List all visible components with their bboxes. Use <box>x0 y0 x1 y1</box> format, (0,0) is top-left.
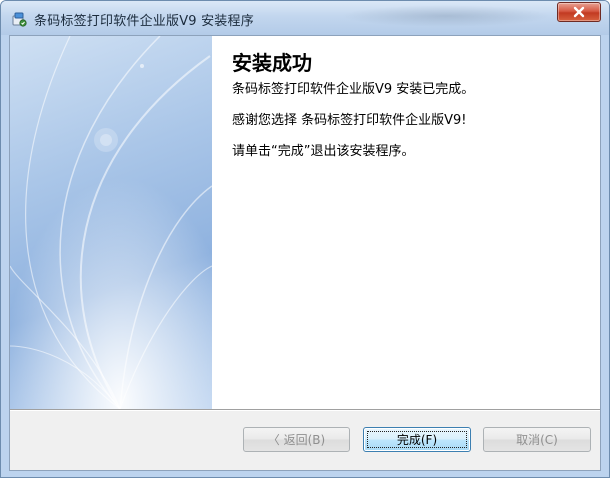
wizard-frame: 安装成功 条码标签打印软件企业版V9 安装已完成。 感谢您选择 条码标签打印软件… <box>9 35 601 471</box>
wizard-side-banner <box>10 36 212 409</box>
thank-you-message: 感谢您选择 条码标签打印软件企业版V9! <box>232 113 467 128</box>
back-button[interactable]: 〈 返回(B) <box>243 427 350 452</box>
title-bar[interactable]: 条码标签打印软件企业版V9 安装程序 <box>1 1 609 35</box>
cancel-button[interactable]: 取消(C) <box>483 427 591 452</box>
banner-curves-graphic <box>10 36 212 409</box>
page-title: 安装成功 <box>232 51 312 75</box>
close-icon <box>572 3 586 22</box>
finish-button[interactable]: 完成(F) <box>363 427 471 452</box>
finish-button-label: 完成(F) <box>396 433 438 447</box>
window-title: 条码标签打印软件企业版V9 安装程序 <box>34 14 254 29</box>
completion-message: 条码标签打印软件企业版V9 安装已完成。 <box>232 82 475 97</box>
installer-app-icon <box>11 11 27 27</box>
installer-window: 条码标签打印软件企业版V9 安装程序 安装成功 条码标签打印软件企业版V9 安装… <box>0 0 610 478</box>
title-bar-reflection <box>341 5 551 27</box>
wizard-content-area: 安装成功 条码标签打印软件企业版V9 安装已完成。 感谢您选择 条码标签打印软件… <box>212 36 600 409</box>
button-bar-divider <box>10 409 600 411</box>
close-button[interactable] <box>557 2 601 22</box>
instruction-message: 请单击“完成”退出该安装程序。 <box>232 144 415 159</box>
